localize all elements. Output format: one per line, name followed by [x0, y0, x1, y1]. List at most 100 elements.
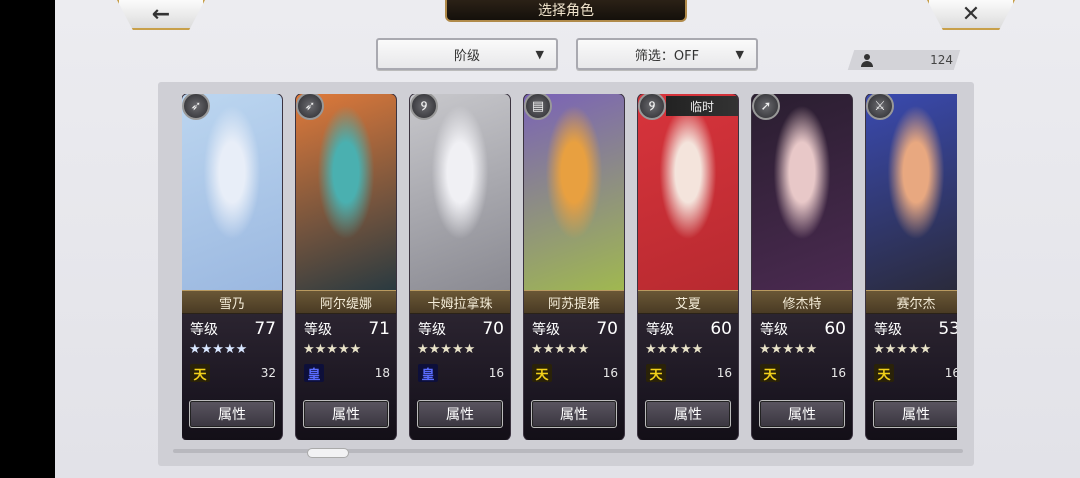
character-name: 修杰特: [752, 290, 852, 314]
level-label: 等级: [646, 322, 674, 338]
character-info: 等级 60 ★★★★★ 天 16 属性: [752, 314, 852, 440]
tier-row: 皇 16: [418, 364, 504, 383]
sky-tier-icon: 天: [760, 364, 780, 383]
character-info: 等级 60 ★★★★★ 天 16 属性: [638, 314, 738, 440]
back-button[interactable]: ←: [117, 0, 205, 30]
sky-tier-icon: 天: [190, 364, 210, 383]
level-value: 53: [938, 319, 957, 339]
level-row: 等级 60: [646, 319, 732, 339]
level-row: 等级 53: [874, 319, 957, 339]
character-info: 等级 70 ★★★★★ 天 16 属性: [524, 314, 624, 440]
tier-count: 18: [374, 366, 390, 380]
chevron-down-icon: ▼: [735, 47, 744, 61]
tier-row: 天 16: [646, 364, 732, 383]
imperial-tier-icon: 皇: [418, 364, 438, 383]
attributes-button[interactable]: 属性: [531, 400, 617, 428]
close-icon: ✕: [961, 1, 981, 27]
attributes-button[interactable]: 属性: [303, 400, 389, 428]
imperial-tier-icon: 皇: [304, 364, 324, 383]
character-portrait[interactable]: [752, 94, 852, 290]
character-card[interactable]: ୨ 临时 艾夏 等级 60 ★★★★★ 天 16 属性: [638, 94, 738, 440]
page-title: 选择角色: [445, 0, 687, 22]
level-value: 70: [596, 319, 618, 339]
attributes-button[interactable]: 属性: [189, 400, 275, 428]
filter-label: 筛选：OFF: [634, 48, 700, 64]
character-portrait[interactable]: [296, 94, 396, 290]
level-row: 等级 60: [760, 319, 846, 339]
sky-tier-icon: 天: [532, 364, 552, 383]
attributes-button[interactable]: 属性: [759, 400, 845, 428]
character-name: 赛尔杰: [866, 290, 957, 314]
character-portrait[interactable]: [410, 94, 510, 290]
level-label: 等级: [874, 322, 902, 338]
tier-row: 天 16: [760, 364, 846, 383]
star-rating: ★★★★★: [645, 342, 704, 357]
character-portrait[interactable]: [866, 94, 957, 290]
roster-count-value: 124: [930, 53, 953, 67]
character-card[interactable]: ⚔ 赛尔杰 等级 53 ★★★★★ 天 16 属性: [866, 94, 957, 440]
tier-row: 天 16: [532, 364, 618, 383]
tier-row: 皇 18: [304, 364, 390, 383]
level-label: 等级: [190, 322, 218, 338]
tier-count: 16: [944, 366, 957, 380]
horizontal-scrollbar[interactable]: [173, 449, 963, 453]
tier-row: 天 32: [190, 364, 276, 383]
attributes-button[interactable]: 属性: [873, 400, 957, 428]
level-value: 60: [824, 319, 846, 339]
tier-count: 32: [260, 366, 276, 380]
character-name: 艾夏: [638, 290, 738, 314]
roster-count: 124: [861, 50, 953, 70]
level-row: 等级 70: [418, 319, 504, 339]
character-card[interactable]: ୨ 卡姆拉拿珠 等级 70 ★★★★★ 皇 16 属性: [410, 94, 510, 440]
tier-count: 16: [602, 366, 618, 380]
character-select-screen: ← 选择角色 ✕ 阶级 ▼ 筛选：OFF ▼ 124 ➶ 雪乃 等级 77 ★★…: [55, 0, 1080, 478]
tier-count: 16: [488, 366, 504, 380]
tier-count: 16: [716, 366, 732, 380]
character-info: 等级 77 ★★★★★ 天 32 属性: [182, 314, 282, 440]
character-portrait[interactable]: [182, 94, 282, 290]
close-button[interactable]: ✕: [927, 0, 1015, 30]
star-rating: ★★★★★: [417, 342, 476, 357]
level-value: 60: [710, 319, 732, 339]
tier-count: 16: [830, 366, 846, 380]
temporary-tag: 临时: [666, 96, 738, 116]
level-label: 等级: [418, 322, 446, 338]
character-card[interactable]: ➶ 雪乃 等级 77 ★★★★★ 天 32 属性: [182, 94, 282, 440]
level-value: 70: [482, 319, 504, 339]
scrollbar-thumb[interactable]: [307, 448, 349, 458]
character-name: 雪乃: [182, 290, 282, 314]
star-rating: ★★★★★: [759, 342, 818, 357]
character-name: 卡姆拉拿珠: [410, 290, 510, 314]
character-name: 阿尔缇娜: [296, 290, 396, 314]
user-icon: [861, 53, 873, 67]
filter-dropdown[interactable]: 筛选：OFF ▼: [576, 38, 758, 70]
level-row: 等级 77: [190, 319, 276, 339]
level-value: 71: [368, 319, 390, 339]
sky-tier-icon: 天: [646, 364, 666, 383]
character-info: 等级 53 ★★★★★ 天 16 属性: [866, 314, 957, 440]
level-label: 等级: [304, 322, 332, 338]
character-name: 阿苏提雅: [524, 290, 624, 314]
character-card[interactable]: ➶ 阿尔缇娜 等级 71 ★★★★★ 皇 18 属性: [296, 94, 396, 440]
star-rating: ★★★★★: [189, 342, 248, 357]
rank-sort-label: 阶级: [453, 48, 480, 64]
attributes-button[interactable]: 属性: [645, 400, 731, 428]
sky-tier-icon: 天: [874, 364, 894, 383]
level-row: 等级 70: [532, 319, 618, 339]
rank-sort-dropdown[interactable]: 阶级 ▼: [376, 38, 558, 70]
back-arrow-icon: ←: [151, 1, 171, 27]
character-portrait[interactable]: [524, 94, 624, 290]
level-label: 等级: [760, 322, 788, 338]
attributes-button[interactable]: 属性: [417, 400, 503, 428]
character-info: 等级 70 ★★★★★ 皇 16 属性: [410, 314, 510, 440]
character-card-list[interactable]: ➶ 雪乃 等级 77 ★★★★★ 天 32 属性 ➶ 阿尔缇娜 等级 71 ★★…: [182, 94, 957, 440]
tier-row: 天 16: [874, 364, 957, 383]
level-label: 等级: [532, 322, 560, 338]
character-card[interactable]: ➚ 修杰特 等级 60 ★★★★★ 天 16 属性: [752, 94, 852, 440]
character-portrait[interactable]: [638, 94, 738, 290]
star-rating: ★★★★★: [303, 342, 362, 357]
star-rating: ★★★★★: [531, 342, 590, 357]
level-row: 等级 71: [304, 319, 390, 339]
character-card[interactable]: ▤ 阿苏提雅 等级 70 ★★★★★ 天 16 属性: [524, 94, 624, 440]
level-value: 77: [254, 319, 276, 339]
